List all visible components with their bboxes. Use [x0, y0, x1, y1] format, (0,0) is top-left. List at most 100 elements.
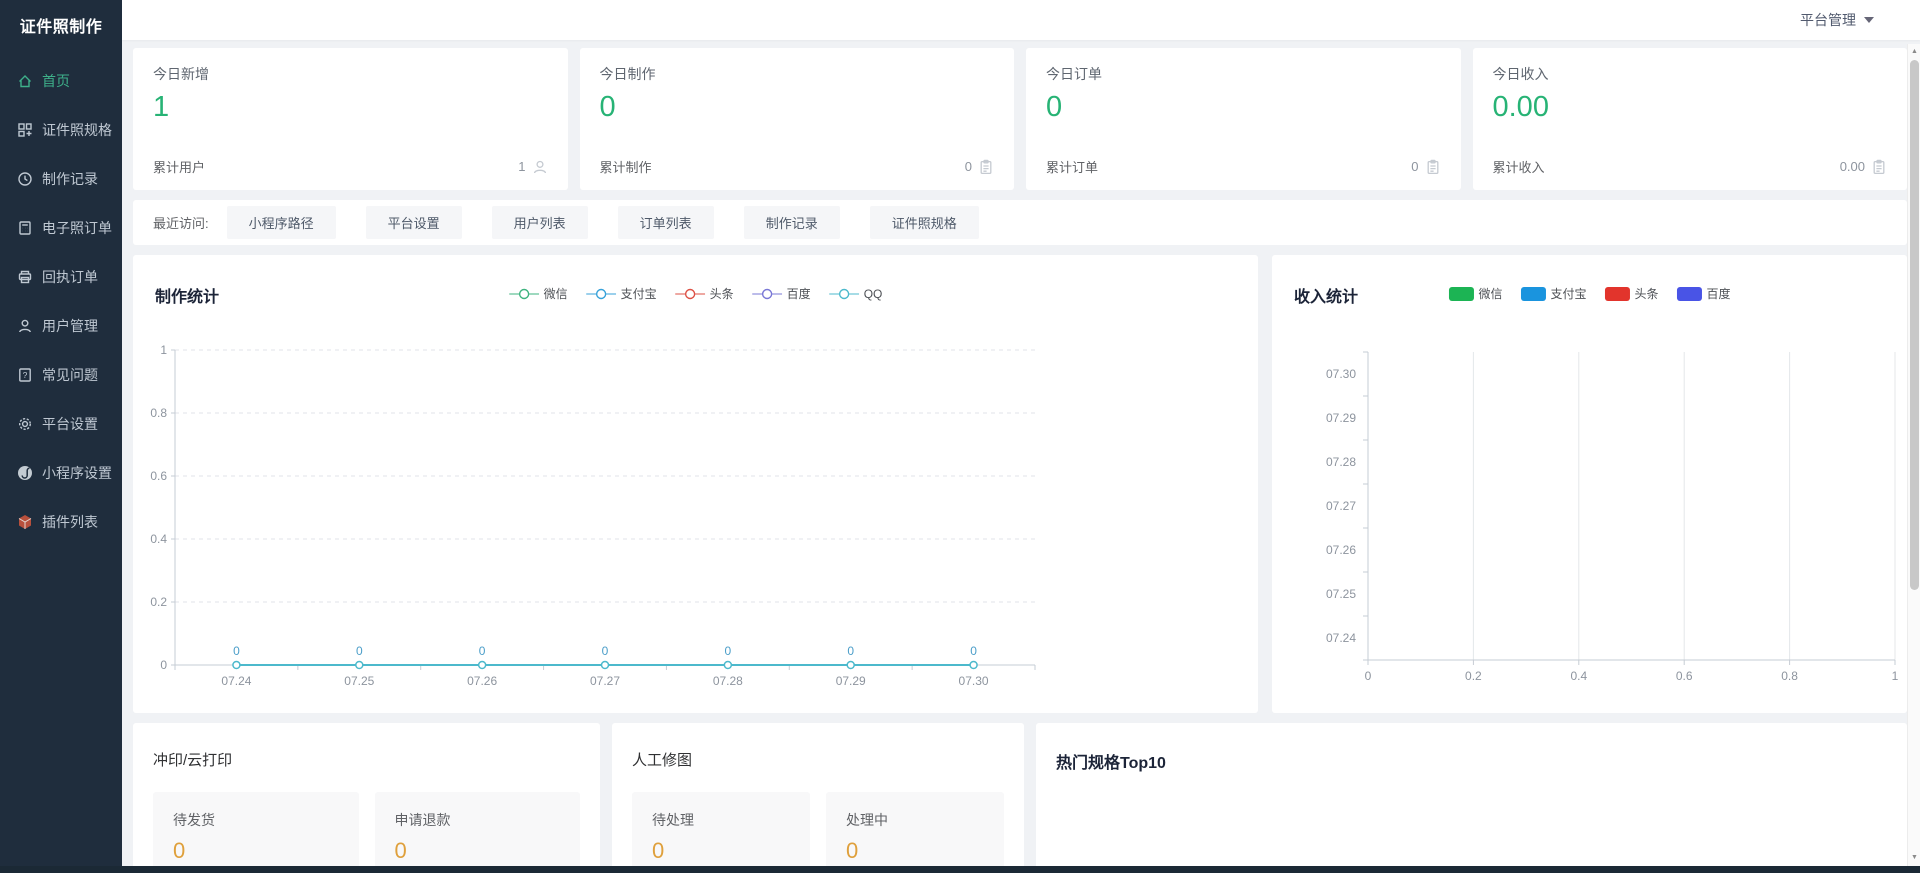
legend-label: 头条	[1635, 285, 1659, 302]
stat-value: 0	[1046, 91, 1441, 124]
top-specs-card: 热门规格Top10	[1036, 723, 1907, 873]
svg-text:07.25: 07.25	[344, 674, 374, 688]
home-icon	[17, 73, 33, 89]
recent-link-platform-settings[interactable]: 平台设置	[366, 206, 462, 239]
chart-title: 制作统计	[155, 283, 219, 307]
stat-card-orders-today: 今日订单 0 累计订单 0	[1026, 48, 1461, 190]
user-menu-dropdown[interactable]: 平台管理	[1800, 0, 1874, 40]
clipboard-icon	[1425, 159, 1441, 175]
bottom-card-title: 冲印/云打印	[153, 749, 580, 770]
legend-item[interactable]: 头条	[1605, 285, 1659, 302]
legend-line-marker-icon	[586, 288, 616, 300]
recent-link-user-list[interactable]: 用户列表	[492, 206, 588, 239]
clipboard-icon	[978, 159, 994, 175]
legend-item[interactable]: 微信	[509, 285, 568, 302]
sidebar-item-faq[interactable]: ? 常见问题	[0, 350, 122, 399]
stat-footer: 累计订单 0	[1046, 157, 1441, 176]
scroll-down-icon[interactable]: ▼	[1908, 852, 1920, 864]
stat-footer-value: 0.00	[1840, 159, 1865, 174]
svg-text:0: 0	[602, 644, 609, 658]
sidebar-item-user-management[interactable]: 用户管理	[0, 301, 122, 350]
stat-value: 0	[600, 91, 995, 124]
svg-text:07.26: 07.26	[467, 674, 497, 688]
svg-text:1: 1	[160, 343, 167, 357]
substat-value: 0	[395, 838, 561, 864]
admin-dashboard: 证件照制作 首页 证件照规格 制作记录 电子照订单 回执订单	[0, 0, 1920, 873]
sidebar-item-label: 小程序设置	[42, 463, 112, 483]
sidebar-item-plugin-list[interactable]: 插件列表	[0, 497, 122, 546]
sidebar: 证件照制作 首页 证件照规格 制作记录 电子照订单 回执订单	[0, 0, 122, 873]
legend-label: 头条	[710, 285, 734, 302]
stat-card-new-today: 今日新增 1 累计用户 1	[133, 48, 568, 190]
stat-card-income-today: 今日收入 0.00 累计收入 0.00	[1473, 48, 1908, 190]
page-scrollbar[interactable]: ▲ ▼	[1907, 44, 1920, 866]
stat-cards-row: 今日新增 1 累计用户 1 今日制作 0 累计制作 0 今日订单 0 累计订单 …	[133, 48, 1907, 190]
legend-item[interactable]: 百度	[752, 285, 811, 302]
sidebar-item-miniprogram-settings[interactable]: 小程序设置	[0, 448, 122, 497]
svg-text:0: 0	[970, 644, 977, 658]
legend-item[interactable]: 百度	[1677, 285, 1731, 302]
svg-text:0.8: 0.8	[1781, 669, 1798, 683]
stat-value: 0.00	[1493, 91, 1888, 124]
chart-title: 收入统计	[1294, 283, 1358, 307]
legend-item[interactable]: QQ	[829, 287, 883, 301]
user-outline-icon	[532, 159, 548, 175]
substat-label: 处理中	[846, 810, 984, 830]
stat-footer: 累计制作 0	[600, 157, 995, 176]
legend-label: 百度	[1707, 285, 1731, 302]
svg-text:0: 0	[160, 658, 167, 672]
sidebar-item-label: 用户管理	[42, 316, 98, 336]
sidebar-item-platform-settings[interactable]: 平台设置	[0, 399, 122, 448]
svg-text:07.29: 07.29	[836, 674, 866, 688]
sidebar-item-label: 制作记录	[42, 169, 98, 189]
app-title: 证件照制作	[0, 0, 122, 46]
legend-item[interactable]: 头条	[675, 285, 734, 302]
income-stats-card: 收入统计 微信支付宝头条百度 00.20.40.60.8107.3007.290…	[1272, 255, 1907, 713]
legend-item[interactable]: 支付宝	[1520, 285, 1586, 302]
recent-link-production-log[interactable]: 制作记录	[744, 206, 840, 239]
legend-line-marker-icon	[752, 288, 782, 300]
legend-label: 微信	[544, 285, 568, 302]
svg-text:07.30: 07.30	[959, 674, 989, 688]
charts-row: 制作统计 微信支付宝头条百度QQ 00.20.40.60.8107.2407.2…	[133, 255, 1907, 713]
scroll-up-icon[interactable]: ▲	[1908, 46, 1920, 58]
stat-footer: 累计用户 1	[153, 157, 548, 176]
svg-text:0.2: 0.2	[150, 595, 167, 609]
sidebar-item-production-log[interactable]: 制作记录	[0, 154, 122, 203]
sidebar-item-home[interactable]: 首页	[0, 56, 122, 105]
legend-line-marker-icon	[829, 288, 859, 300]
legend-swatch-icon	[1520, 287, 1545, 301]
legend-label: 微信	[1478, 285, 1502, 302]
scrollbar-thumb[interactable]	[1910, 60, 1919, 590]
legend-line-marker-icon	[675, 288, 705, 300]
calculator-icon	[17, 220, 33, 236]
sidebar-item-receipt-orders[interactable]: 回执订单	[0, 252, 122, 301]
sidebar-item-label: 电子照订单	[42, 218, 112, 238]
legend-item[interactable]: 支付宝	[586, 285, 657, 302]
sidebar-item-label: 平台设置	[42, 414, 98, 434]
sidebar-item-photo-specs[interactable]: 证件照规格	[0, 105, 122, 154]
substat-label: 待处理	[652, 810, 790, 830]
svg-text:07.30: 07.30	[1326, 367, 1356, 381]
stat-value: 1	[153, 91, 548, 124]
stat-label: 今日收入	[1493, 64, 1888, 84]
substat-value: 0	[846, 838, 984, 864]
recent-link-miniprogram-path[interactable]: 小程序路径	[227, 206, 336, 239]
svg-text:0.6: 0.6	[1676, 669, 1693, 683]
substat-value: 0	[652, 838, 790, 864]
topbar: 平台管理	[122, 0, 1920, 40]
gear-icon	[17, 416, 33, 432]
legend-item[interactable]: 微信	[1448, 285, 1502, 302]
stat-label: 今日新增	[153, 64, 548, 84]
sidebar-item-ephoto-orders[interactable]: 电子照订单	[0, 203, 122, 252]
svg-text:?: ?	[23, 370, 28, 380]
svg-text:07.27: 07.27	[590, 674, 620, 688]
recent-link-order-list[interactable]: 订单列表	[618, 206, 714, 239]
stat-footer-label: 累计用户	[153, 157, 205, 176]
substat-processing: 处理中 0	[826, 792, 1004, 873]
svg-text:0.8: 0.8	[150, 406, 167, 420]
legend-swatch-icon	[1605, 287, 1630, 301]
stat-footer-label: 累计收入	[1493, 157, 1545, 176]
stat-footer-value: 0	[1411, 159, 1418, 174]
recent-link-photo-specs[interactable]: 证件照规格	[870, 206, 979, 239]
